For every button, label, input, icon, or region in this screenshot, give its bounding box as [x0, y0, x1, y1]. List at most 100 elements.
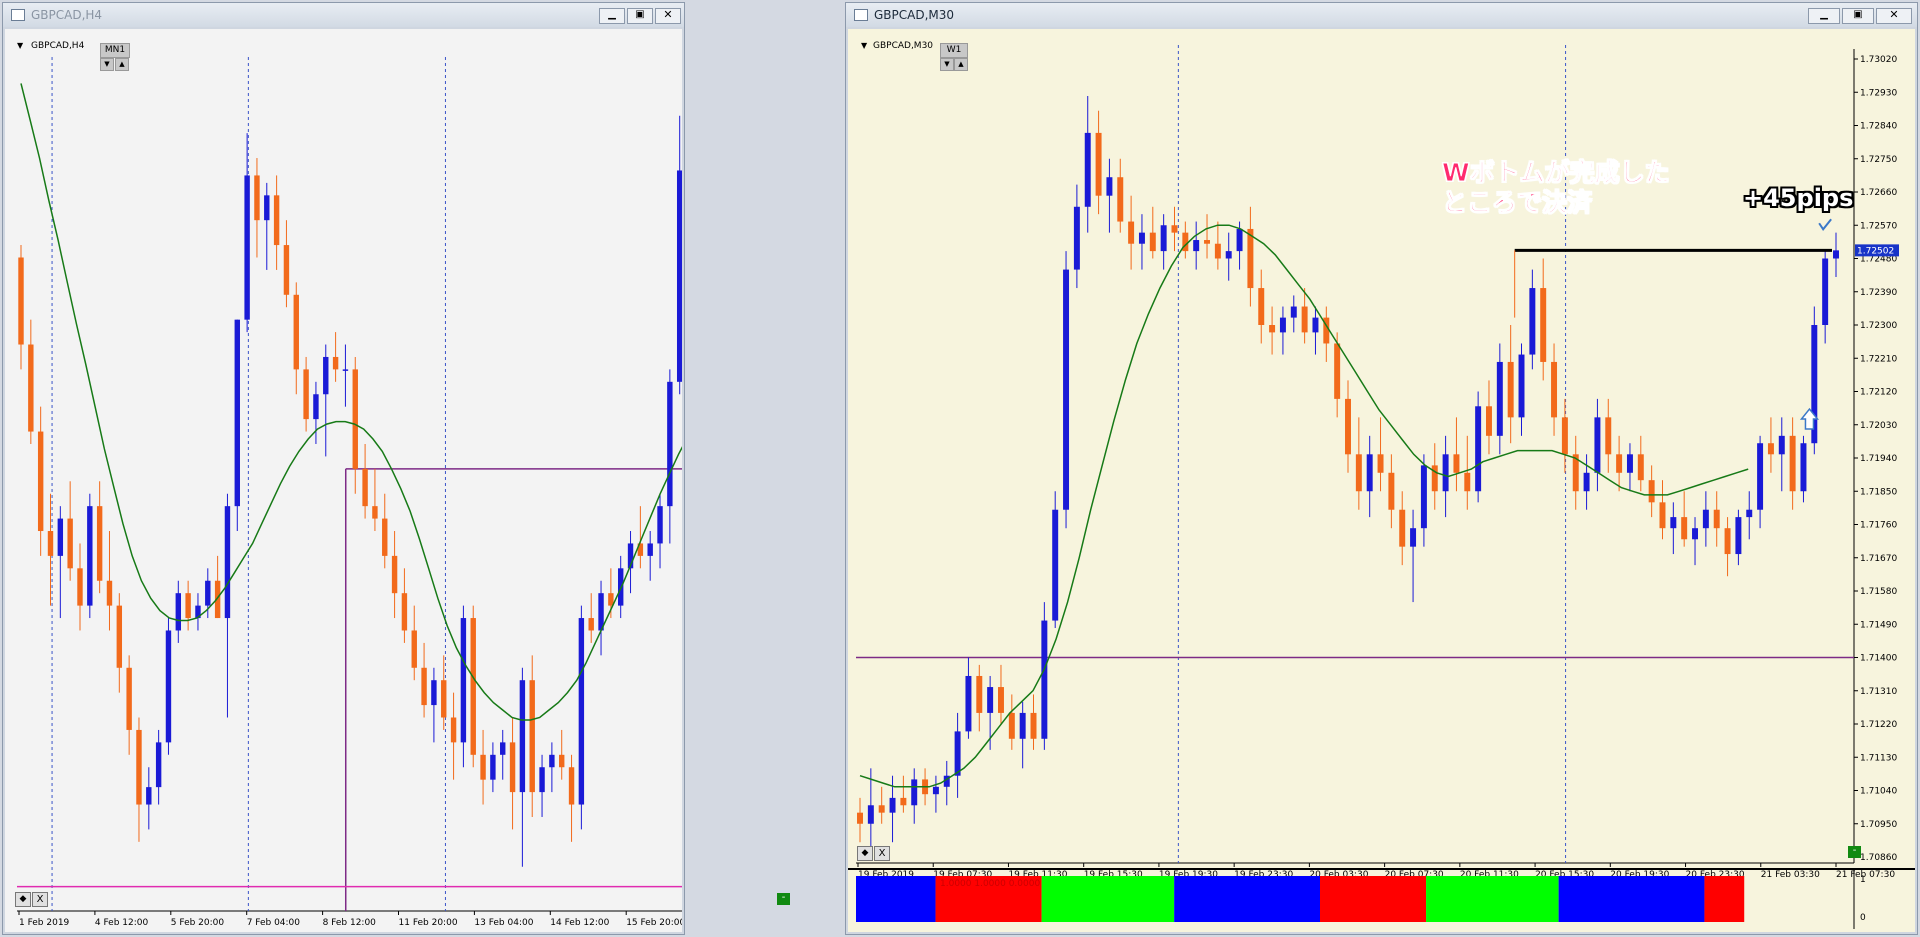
candle-body: [500, 742, 506, 755]
left-triangle-down-icon: ▼: [17, 41, 24, 50]
candle-body: [1041, 620, 1048, 739]
left-scroll-down-button[interactable]: ▼: [100, 58, 114, 71]
candle-body: [106, 580, 113, 606]
candle-body: [480, 754, 486, 780]
candle-body: [1529, 288, 1536, 355]
right-restore-icon[interactable]: ▣: [1842, 8, 1874, 24]
current-price-label: 1.72502: [1857, 246, 1894, 256]
y-tick-label: 1.72660: [1860, 188, 1897, 198]
candle-body: [431, 680, 437, 706]
x-tick-label: 7 Feb 04:00: [247, 918, 301, 928]
candle-body: [185, 593, 191, 619]
candle-body: [273, 195, 280, 246]
left-green-minus-button[interactable]: -: [777, 893, 790, 905]
right-scroll-up-button[interactable]: ▲: [954, 58, 968, 71]
candle-body: [283, 245, 290, 295]
right-tf-button[interactable]: W1: [940, 43, 968, 58]
left-close-indicator-button[interactable]: X: [32, 892, 48, 907]
x-tick-label: 1 Feb 2019: [19, 918, 70, 928]
y-tick-label: 1.71580: [1860, 587, 1897, 597]
candle-body: [1019, 712, 1026, 739]
candle-body: [509, 742, 516, 793]
candle-body: [1594, 417, 1601, 473]
sub-indicator-bar: [856, 876, 936, 922]
candle-body: [1692, 528, 1699, 540]
candle-body: [588, 618, 594, 631]
candle-body: [1366, 454, 1373, 492]
sub-indicator-bar: [1558, 876, 1705, 922]
candle-body: [441, 680, 447, 718]
candle-body: [1236, 228, 1243, 252]
candle-body: [1117, 177, 1124, 222]
candle-body: [303, 369, 309, 420]
candle-body: [1789, 435, 1796, 492]
right-chart[interactable]: 1.73020 1.72930 1.72840 1.72750 1.72660 1.725…: [848, 29, 1915, 932]
candle-body: [1225, 251, 1232, 259]
candle-body: [954, 731, 961, 776]
candle-body: [889, 797, 896, 813]
left-chart[interactable]: 1.730001.728651.727301.726001.724651.723…: [5, 29, 682, 932]
candle-body: [578, 618, 585, 805]
candle-body: [900, 797, 907, 806]
right-title-bar[interactable]: GBPCAD,M30 ▁ ▣ ✕: [846, 3, 1917, 27]
y-tick-label: 1.72030: [1860, 421, 1897, 431]
candle-body: [1312, 317, 1319, 333]
right-tool-icon[interactable]: ◆: [857, 846, 873, 861]
candle-body: [1008, 712, 1015, 739]
left-tool-icon[interactable]: ◆: [15, 892, 31, 907]
right-scroll-down-button[interactable]: ▼: [940, 58, 954, 71]
candle-body: [1269, 325, 1276, 333]
left-title-bar[interactable]: GBPCAD,H4 ▁ ▣ ✕: [3, 3, 684, 27]
left-scroll-up-button[interactable]: ▲: [115, 58, 129, 71]
y-tick-label: 1.72210: [1860, 354, 1897, 364]
right-chart-window: GBPCAD,M30 ▁ ▣ ✕ 1.73020 1.72930 1.72840 1.…: [845, 2, 1918, 935]
right-green-minus-button[interactable]: -: [1848, 846, 1861, 858]
y-tick-label: 1.72930: [1860, 88, 1897, 98]
x-tick-label: 5 Feb 20:00: [171, 918, 225, 928]
y-tick-label: 1.71670: [1860, 554, 1897, 564]
right-minimize-icon[interactable]: ▁: [1808, 8, 1840, 24]
candle-body: [1616, 454, 1623, 473]
candle-body: [1670, 517, 1677, 529]
candle-body: [1540, 288, 1547, 362]
candle-body: [254, 175, 260, 221]
y-tick-label: 1.71850: [1860, 487, 1897, 497]
y-tick-label: 1.71310: [1860, 687, 1897, 697]
restore-icon[interactable]: ▣: [627, 8, 653, 24]
left-corner-minus-label: -: [781, 892, 786, 903]
candle-body: [1702, 509, 1709, 529]
candle-body: [1746, 509, 1753, 518]
right-corner-close-label: X: [878, 848, 886, 859]
minimize-icon[interactable]: ▁: [599, 8, 625, 24]
candle-body: [1399, 509, 1406, 547]
close-icon[interactable]: ✕: [655, 8, 681, 24]
right-corner-minus-label: -: [1852, 845, 1857, 856]
candle-body: [1355, 454, 1362, 492]
sub-indicator-bar: [1704, 876, 1745, 922]
candle-body: [1648, 480, 1655, 503]
candle-body: [1681, 517, 1688, 540]
left-window-title: GBPCAD,H4: [31, 8, 103, 22]
candle-body: [372, 506, 378, 519]
candle-body: [1247, 228, 1254, 289]
right-close-indicator-button[interactable]: X: [874, 846, 890, 861]
candle-body: [401, 593, 408, 631]
candle-body: [997, 687, 1004, 713]
candle-body: [676, 170, 682, 382]
right-close-icon[interactable]: ✕: [1876, 8, 1912, 24]
sub-indicator-bar: [1319, 876, 1427, 922]
candle-body: [608, 593, 614, 606]
candle-body: [293, 294, 299, 370]
left-symbol-label: GBPCAD,H4: [31, 41, 85, 51]
candle-body: [126, 667, 132, 730]
sub-indicator-bar: [1174, 876, 1320, 922]
sub-indicator-values: 1.0000 1.0000 0.0000: [940, 879, 1040, 889]
candle-body: [1345, 398, 1351, 455]
candle-body: [96, 506, 103, 581]
check-icon: [1818, 218, 1832, 231]
y-tick-label: 1.71220: [1860, 720, 1897, 730]
candle-body: [1496, 361, 1503, 436]
candle-body: [932, 786, 939, 795]
left-tf-button[interactable]: MN1: [100, 43, 130, 58]
candle-body: [1475, 406, 1482, 492]
